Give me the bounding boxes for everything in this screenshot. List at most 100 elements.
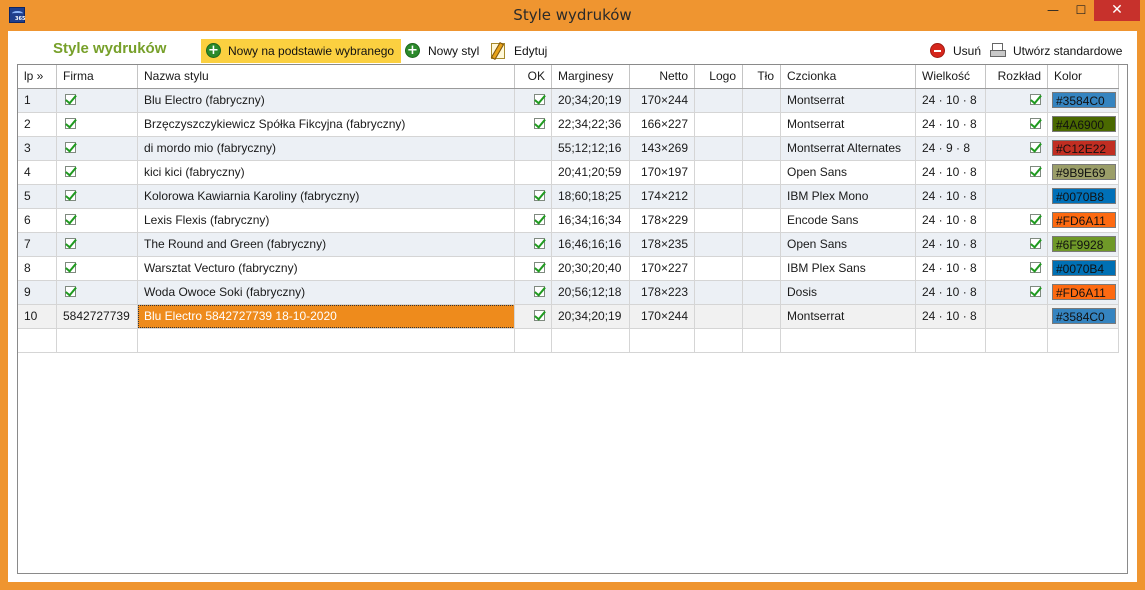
cell-nazwa[interactable]: Woda Owoce Soki (fabryczny) — [138, 281, 515, 304]
cell-wielkosc[interactable]: 24 · 10 · 8 — [916, 185, 986, 208]
cell-firma[interactable]: 5842727739 — [57, 305, 138, 328]
cell-logo[interactable] — [695, 209, 743, 232]
cell-nazwa[interactable]: The Round and Green (fabryczny) — [138, 233, 515, 256]
cell-nazwa[interactable]: Blu Electro (fabryczny) — [138, 89, 515, 112]
cell-wielkosc[interactable]: 24 · 10 · 8 — [916, 89, 986, 112]
cell-empty[interactable] — [552, 329, 630, 352]
cell-ok[interactable] — [515, 233, 552, 256]
cell-empty[interactable] — [986, 329, 1048, 352]
cell-rozklad[interactable] — [986, 185, 1048, 208]
cell-firma[interactable] — [57, 113, 138, 136]
cell-tlo[interactable] — [743, 89, 781, 112]
cell-rozklad[interactable] — [986, 233, 1048, 256]
styles-grid[interactable]: lp » Firma Nazwa stylu OK Marginesy Nett… — [17, 64, 1128, 574]
cell-netto[interactable]: 143×269 — [630, 137, 695, 160]
cell-lp[interactable]: 9 — [18, 281, 57, 304]
cell-marginesy[interactable]: 22;34;22;36 — [552, 113, 630, 136]
cell-tlo[interactable] — [743, 257, 781, 280]
cell-lp[interactable]: 3 — [18, 137, 57, 160]
cell-nazwa[interactable]: Lexis Flexis (fabryczny) — [138, 209, 515, 232]
cell-czcionka[interactable]: Open Sans — [781, 161, 916, 184]
cell-lp[interactable]: 1 — [18, 89, 57, 112]
cell-rozklad[interactable] — [986, 257, 1048, 280]
column-header-kolor[interactable]: Kolor — [1048, 65, 1119, 88]
cell-kolor[interactable]: #3584C0 — [1048, 89, 1119, 112]
cell-ok[interactable] — [515, 257, 552, 280]
cell-tlo[interactable] — [743, 185, 781, 208]
cell-nazwa-editor[interactable]: Blu Electro 5842727739 18-10-2020 — [138, 305, 514, 328]
cell-logo[interactable] — [695, 281, 743, 304]
cell-marginesy[interactable]: 20;30;20;40 — [552, 257, 630, 280]
cell-kolor[interactable]: #FD6A11 — [1048, 209, 1119, 232]
cell-empty[interactable] — [515, 329, 552, 352]
column-header-nazwa[interactable]: Nazwa stylu — [138, 65, 515, 88]
cell-ok[interactable] — [515, 281, 552, 304]
cell-kolor[interactable]: #4A6900 — [1048, 113, 1119, 136]
cell-rozklad[interactable] — [986, 281, 1048, 304]
cell-netto[interactable]: 178×235 — [630, 233, 695, 256]
cell-netto[interactable]: 170×197 — [630, 161, 695, 184]
cell-tlo[interactable] — [743, 209, 781, 232]
cell-empty[interactable] — [916, 329, 986, 352]
cell-ok[interactable] — [515, 161, 552, 184]
cell-logo[interactable] — [695, 161, 743, 184]
cell-empty[interactable] — [695, 329, 743, 352]
column-header-wielkosc[interactable]: Wielkość — [916, 65, 986, 88]
cell-lp[interactable]: 10 — [18, 305, 57, 328]
cell-ok[interactable] — [515, 89, 552, 112]
cell-kolor[interactable]: #0070B8 — [1048, 185, 1119, 208]
cell-rozklad[interactable] — [986, 209, 1048, 232]
cell-netto[interactable]: 174×212 — [630, 185, 695, 208]
edit-button[interactable]: Edytuj — [490, 39, 550, 63]
cell-kolor[interactable]: #C12E22 — [1048, 137, 1119, 160]
column-header-lp[interactable]: lp » — [18, 65, 57, 88]
column-header-firma[interactable]: Firma — [57, 65, 138, 88]
cell-logo[interactable] — [695, 257, 743, 280]
cell-kolor[interactable]: #3584C0 — [1048, 305, 1119, 328]
table-row[interactable]: 3 di mordo mio (fabryczny) 55;12;12;16 143×… — [18, 137, 1119, 161]
cell-netto[interactable]: 178×223 — [630, 281, 695, 304]
table-row[interactable]: 7 The Round and Green (fabryczny) 16;46;16… — [18, 233, 1119, 257]
cell-lp[interactable]: 6 — [18, 209, 57, 232]
cell-nazwa[interactable]: Kolorowa Kawiarnia Karoliny (fabryczny) — [138, 185, 515, 208]
close-button[interactable]: ✕ — [1094, 0, 1140, 21]
cell-empty[interactable] — [138, 329, 515, 352]
cell-rozklad[interactable] — [986, 89, 1048, 112]
cell-logo[interactable] — [695, 185, 743, 208]
table-row[interactable]: 6 Lexis Flexis (fabryczny) 16;34;16;34 178×… — [18, 209, 1119, 233]
cell-lp[interactable]: 8 — [18, 257, 57, 280]
delete-button[interactable]: Usuń — [930, 39, 982, 63]
cell-lp[interactable]: 5 — [18, 185, 57, 208]
cell-logo[interactable] — [695, 233, 743, 256]
cell-wielkosc[interactable]: 24 · 10 · 8 — [916, 281, 986, 304]
cell-tlo[interactable] — [743, 137, 781, 160]
cell-firma[interactable] — [57, 161, 138, 184]
cell-rozklad[interactable] — [986, 161, 1048, 184]
cell-kolor[interactable]: #0070B4 — [1048, 257, 1119, 280]
cell-marginesy[interactable]: 18;60;18;25 — [552, 185, 630, 208]
cell-rozklad[interactable] — [986, 113, 1048, 136]
cell-wielkosc[interactable]: 24 · 10 · 8 — [916, 257, 986, 280]
cell-empty[interactable] — [18, 329, 57, 352]
cell-firma[interactable] — [57, 233, 138, 256]
table-row[interactable]: 1 Blu Electro (fabryczny) 20;34;20;19 170×2… — [18, 89, 1119, 113]
cell-nazwa[interactable]: Blu Electro 5842727739 18-10-2020 — [138, 305, 515, 328]
cell-empty[interactable] — [630, 329, 695, 352]
table-row[interactable]: 4 kici kici (fabryczny) 20;41;20;59 170×197… — [18, 161, 1119, 185]
cell-lp[interactable]: 7 — [18, 233, 57, 256]
column-header-czcionka[interactable]: Czcionka — [781, 65, 916, 88]
cell-kolor[interactable]: #FD6A11 — [1048, 281, 1119, 304]
cell-logo[interactable] — [695, 305, 743, 328]
cell-tlo[interactable] — [743, 305, 781, 328]
cell-firma[interactable] — [57, 137, 138, 160]
minimize-button[interactable]: — — [1040, 0, 1066, 21]
cell-czcionka[interactable]: Montserrat — [781, 89, 916, 112]
cell-czcionka[interactable]: Dosis — [781, 281, 916, 304]
title-bar[interactable]: 365 Style wydruków — ☐ ✕ — [0, 0, 1145, 31]
cell-wielkosc[interactable]: 24 · 10 · 8 — [916, 305, 986, 328]
column-header-rozklad[interactable]: Rozkład — [986, 65, 1048, 88]
cell-firma[interactable] — [57, 257, 138, 280]
new-style-button[interactable]: + Nowy styl — [404, 39, 484, 63]
cell-rozklad[interactable] — [986, 137, 1048, 160]
table-row[interactable]: 9 Woda Owoce Soki (fabryczny) 20;56;12;18 1… — [18, 281, 1119, 305]
